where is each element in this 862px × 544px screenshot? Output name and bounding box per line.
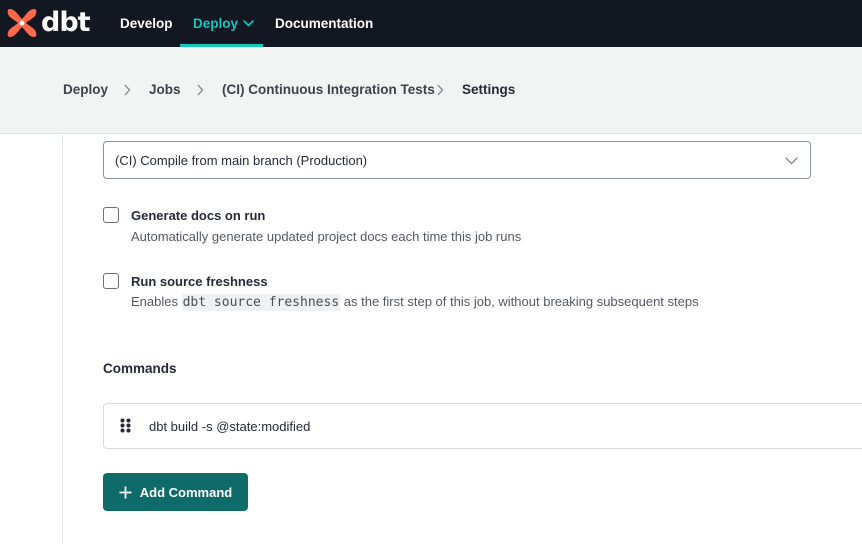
nav-develop-label: Develop bbox=[120, 16, 173, 31]
drag-handle-icon[interactable] bbox=[120, 418, 131, 433]
left-gutter bbox=[0, 135, 63, 544]
chevron-down-icon bbox=[243, 20, 254, 27]
chevron-right-icon bbox=[124, 84, 131, 96]
source-freshness-title: Run source freshness bbox=[131, 274, 268, 289]
top-navigation-bar: dbt Develop Deploy Documentation bbox=[0, 0, 862, 47]
add-command-button[interactable]: Add Command bbox=[103, 473, 248, 511]
description-prefix: Enables bbox=[131, 294, 178, 309]
select-value: (CI) Compile from main branch (Productio… bbox=[115, 153, 368, 168]
source-freshness-checkbox[interactable] bbox=[103, 273, 119, 289]
add-command-label: Add Command bbox=[139, 484, 233, 500]
dbt-logo[interactable]: dbt bbox=[6, 7, 91, 39]
compare-changes-select[interactable]: (CI) Compile from main branch (Productio… bbox=[103, 141, 811, 179]
description-suffix: as the first step of this job, without b… bbox=[343, 294, 699, 309]
commands-heading: Commands bbox=[103, 361, 177, 376]
chevron-down-icon bbox=[785, 157, 798, 165]
breadcrumb-deploy[interactable]: Deploy bbox=[63, 82, 108, 97]
breadcrumb-jobs[interactable]: Jobs bbox=[149, 82, 181, 97]
generate-docs-checkbox[interactable] bbox=[103, 207, 119, 223]
nav-deploy-label: Deploy bbox=[193, 16, 239, 31]
nav-documentation[interactable]: Documentation bbox=[275, 0, 373, 47]
command-text[interactable]: dbt build -s @state:modified bbox=[149, 419, 310, 434]
breadcrumb-settings: Settings bbox=[462, 82, 516, 97]
breadcrumb: Deploy Jobs (CI) Continuous Integration … bbox=[0, 47, 862, 134]
nav-develop[interactable]: Develop bbox=[120, 0, 173, 47]
dbt-logo-icon bbox=[7, 9, 37, 37]
generate-docs-description: Automatically generate updated project d… bbox=[131, 229, 522, 244]
command-row[interactable]: dbt build -s @state:modified bbox=[103, 403, 862, 449]
plus-icon bbox=[119, 486, 132, 498]
breadcrumb-job[interactable]: (CI) Continuous Integration Tests bbox=[222, 82, 435, 97]
chevron-right-icon bbox=[437, 84, 444, 96]
nav-deploy[interactable]: Deploy bbox=[193, 0, 254, 47]
nav-documentation-label: Documentation bbox=[275, 16, 374, 31]
logo-wordmark: dbt bbox=[41, 7, 91, 38]
inline-code: dbt source freshness bbox=[181, 294, 341, 311]
source-freshness-description: Enables dbt source freshness as the firs… bbox=[131, 294, 699, 311]
generate-docs-title: Generate docs on run bbox=[131, 208, 266, 223]
chevron-right-icon bbox=[197, 84, 204, 96]
